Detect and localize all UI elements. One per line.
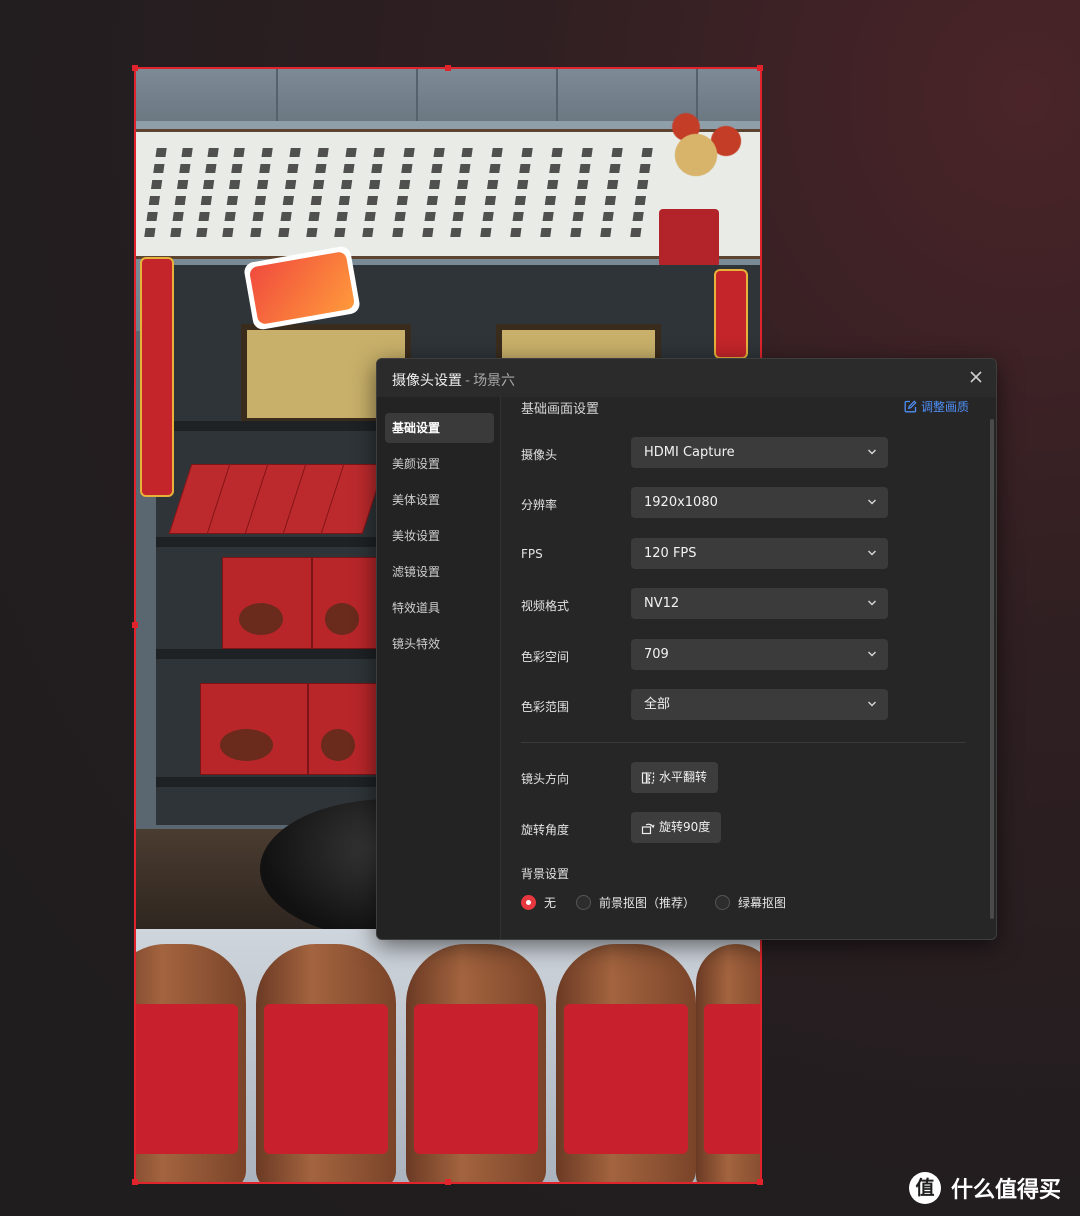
preview-product-box bbox=[312, 557, 382, 649]
preview-left-banner bbox=[140, 257, 174, 497]
flip-horizontal-button[interactable]: 水平翻转 bbox=[631, 762, 719, 793]
sidebar-item-filter-settings[interactable]: 滤镜设置 bbox=[385, 557, 494, 587]
rotate-90-label: 旋转90度 bbox=[659, 820, 711, 834]
color-range-value: 全部 bbox=[644, 697, 671, 712]
content-scrollbar[interactable] bbox=[990, 419, 994, 919]
chevron-down-icon bbox=[868, 550, 876, 556]
dialog-title: 摄像头设置 - 场景六 bbox=[392, 370, 515, 390]
camera-select[interactable]: HDMI Capture bbox=[631, 437, 888, 468]
settings-content: 基础画面设置 调整画质 摄像头 HDMI Capture 分辨率 1920x10… bbox=[502, 397, 996, 939]
sidebar-item-beauty-settings[interactable]: 美颜设置 bbox=[385, 449, 494, 479]
preview-ham bbox=[406, 944, 546, 1182]
resize-handle-bottom-left[interactable] bbox=[132, 1179, 138, 1185]
preview-ham bbox=[256, 944, 396, 1182]
video-format-value: NV12 bbox=[644, 596, 680, 611]
video-format-label: 视频格式 bbox=[521, 599, 570, 613]
scene-name: 场景六 bbox=[473, 373, 516, 389]
sidebar-item-lens-effects[interactable]: 镜头特效 bbox=[385, 629, 494, 659]
background-radio-group: 无 前景抠图（推荐） 绿幕抠图 bbox=[521, 894, 806, 911]
resize-handle-top[interactable] bbox=[445, 65, 451, 71]
preview-product-box bbox=[222, 557, 312, 649]
fps-select[interactable]: 120 FPS bbox=[631, 538, 888, 569]
chevron-down-icon bbox=[868, 449, 876, 455]
background-option-none[interactable]: 无 bbox=[521, 894, 556, 911]
close-icon[interactable] bbox=[966, 367, 986, 387]
resize-handle-bottom-right[interactable] bbox=[757, 1179, 763, 1185]
section-title: 基础画面设置 bbox=[521, 402, 600, 417]
watermark: 值 什么值得买 bbox=[909, 1172, 1061, 1204]
camera-label: 摄像头 bbox=[521, 448, 558, 462]
resolution-value: 1920x1080 bbox=[644, 495, 718, 510]
lens-direction-label: 镜头方向 bbox=[521, 772, 570, 786]
preview-vase bbox=[659, 209, 719, 267]
color-range-select[interactable]: 全部 bbox=[631, 689, 888, 720]
radio-dot bbox=[576, 895, 592, 910]
settings-sidebar: 基础设置 美颜设置 美体设置 美妆设置 滤镜设置 特效道具 镜头特效 bbox=[377, 397, 501, 939]
preview-ham bbox=[136, 944, 246, 1182]
background-option-foreground-matting[interactable]: 前景抠图（推荐） bbox=[576, 894, 695, 911]
radio-dot bbox=[521, 895, 536, 910]
rotate-icon bbox=[641, 823, 655, 834]
background-option-green-screen[interactable]: 绿幕抠图 bbox=[715, 894, 786, 911]
chevron-down-icon bbox=[868, 600, 876, 606]
scrollbar-thumb[interactable] bbox=[990, 419, 994, 919]
adjust-quality-label: 调整画质 bbox=[920, 400, 969, 414]
color-space-label: 色彩空间 bbox=[521, 650, 570, 664]
resize-handle-left[interactable] bbox=[132, 622, 138, 628]
background-option-foreground-label: 前景抠图（推荐） bbox=[599, 896, 696, 910]
resolution-label: 分辨率 bbox=[521, 498, 558, 512]
rotation-label: 旋转角度 bbox=[521, 823, 570, 837]
rotate-90-button[interactable]: 旋转90度 bbox=[631, 812, 722, 843]
preview-ham bbox=[696, 944, 760, 1182]
sidebar-item-body-settings[interactable]: 美体设置 bbox=[385, 485, 494, 515]
fps-value: 120 FPS bbox=[644, 546, 697, 561]
resize-handle-bottom[interactable] bbox=[445, 1179, 451, 1185]
resize-handle-top-right[interactable] bbox=[757, 65, 763, 71]
adjust-quality-link[interactable]: 调整画质 bbox=[904, 398, 969, 415]
watermark-logo: 值 bbox=[909, 1172, 941, 1204]
resolution-select[interactable]: 1920x1080 bbox=[631, 487, 888, 518]
flip-horizontal-icon bbox=[641, 771, 655, 784]
sidebar-item-basic-settings[interactable]: 基础设置 bbox=[385, 413, 494, 443]
background-settings-label: 背景设置 bbox=[521, 867, 570, 881]
edit-icon bbox=[904, 400, 917, 413]
radio-dot bbox=[715, 895, 731, 910]
preview-ham bbox=[556, 944, 696, 1182]
camera-value: HDMI Capture bbox=[644, 445, 735, 460]
sidebar-item-effect-props[interactable]: 特效道具 bbox=[385, 593, 494, 623]
color-space-value: 709 bbox=[644, 647, 669, 662]
color-range-label: 色彩范围 bbox=[521, 700, 570, 714]
watermark-text: 什么值得买 bbox=[951, 1178, 1062, 1203]
chevron-down-icon bbox=[868, 499, 876, 505]
camera-settings-dialog: 摄像头设置 - 场景六 基础设置 美颜设置 美体设置 美妆设置 滤镜设置 特效道具 … bbox=[376, 358, 997, 940]
flip-horizontal-label: 水平翻转 bbox=[659, 770, 708, 784]
video-format-select[interactable]: NV12 bbox=[631, 588, 888, 619]
background-option-none-label: 无 bbox=[544, 896, 557, 910]
preview-right-banner bbox=[714, 269, 748, 359]
resize-handle-top-left[interactable] bbox=[132, 65, 138, 71]
dialog-header[interactable]: 摄像头设置 - 场景六 bbox=[377, 359, 996, 397]
section-divider bbox=[521, 742, 966, 743]
background-option-green-screen-label: 绿幕抠图 bbox=[738, 896, 787, 910]
title-separator: - bbox=[465, 373, 471, 389]
fps-label: FPS bbox=[521, 547, 543, 561]
preview-product-box bbox=[308, 683, 378, 775]
sidebar-item-makeup-settings[interactable]: 美妆设置 bbox=[385, 521, 494, 551]
dialog-title-text: 摄像头设置 bbox=[392, 373, 462, 389]
chevron-down-icon bbox=[868, 651, 876, 657]
color-space-select[interactable]: 709 bbox=[631, 639, 888, 670]
preview-product-box bbox=[200, 683, 308, 775]
chevron-down-icon bbox=[868, 701, 876, 707]
